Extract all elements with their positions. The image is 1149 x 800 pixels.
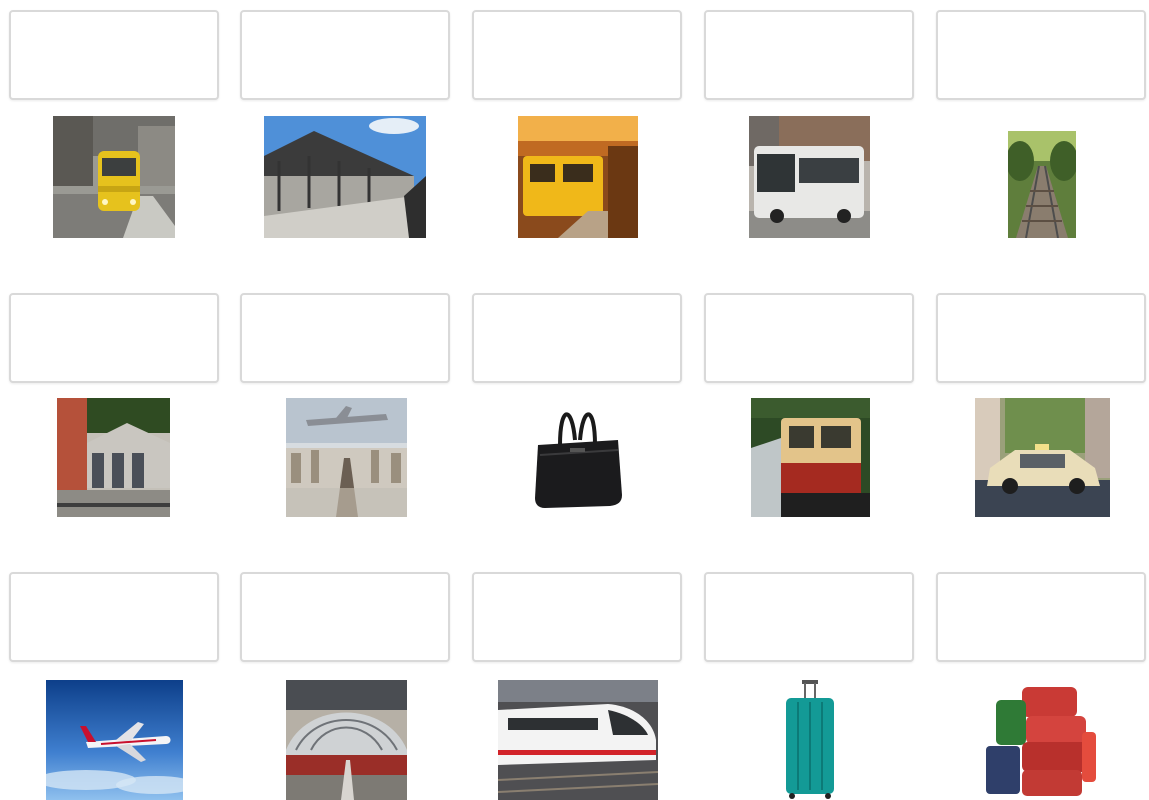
answer-box-7[interactable] <box>240 293 450 383</box>
bus-photo <box>749 116 870 238</box>
answer-box-5[interactable] <box>936 10 1146 100</box>
answer-box-4[interactable] <box>704 10 914 100</box>
luggage-pile-image <box>982 682 1100 798</box>
answer-input-13[interactable] <box>474 574 680 660</box>
luggage-pile-photo <box>982 682 1100 798</box>
answer-input-2[interactable] <box>242 12 448 98</box>
answer-input-12[interactable] <box>242 574 448 660</box>
station-hall-image <box>286 680 407 800</box>
station-building-photo <box>57 398 170 517</box>
suitcase-image <box>780 678 840 800</box>
train-platform-photo <box>264 116 426 238</box>
airport-image <box>286 398 407 517</box>
answer-input-11[interactable] <box>11 574 217 660</box>
platform-image <box>264 116 426 238</box>
railway-tracks-photo <box>1008 131 1076 238</box>
subway-train-photo <box>518 116 638 238</box>
subway-image <box>518 116 638 238</box>
s-bahn-image <box>751 398 870 517</box>
tram-image <box>53 116 175 238</box>
suitcase-photo <box>780 678 840 800</box>
answer-box-8[interactable] <box>472 293 682 383</box>
station-building-image <box>57 398 170 517</box>
answer-input-10[interactable] <box>938 295 1144 381</box>
answer-box-15[interactable] <box>936 572 1146 662</box>
answer-box-6[interactable] <box>9 293 219 383</box>
answer-box-12[interactable] <box>240 572 450 662</box>
answer-box-2[interactable] <box>240 10 450 100</box>
answer-box-10[interactable] <box>936 293 1146 383</box>
train-station-hall-photo <box>286 680 407 800</box>
airplane-photo <box>46 680 183 800</box>
answer-box-13[interactable] <box>472 572 682 662</box>
tram-photo <box>53 116 175 238</box>
vocabulary-worksheet <box>0 0 1149 800</box>
airplane-image <box>46 680 183 800</box>
answer-input-7[interactable] <box>242 295 448 381</box>
travel-bag-photo <box>530 400 625 510</box>
s-bahn-train-photo <box>751 398 870 517</box>
answer-input-1[interactable] <box>11 12 217 98</box>
answer-input-3[interactable] <box>474 12 680 98</box>
ice-train-photo <box>498 680 658 800</box>
taxi-image <box>975 398 1110 517</box>
answer-input-6[interactable] <box>11 295 217 381</box>
answer-box-11[interactable] <box>9 572 219 662</box>
answer-input-8[interactable] <box>474 295 680 381</box>
answer-box-14[interactable] <box>704 572 914 662</box>
ice-train-image <box>498 680 658 800</box>
answer-input-15[interactable] <box>938 574 1144 660</box>
answer-box-1[interactable] <box>9 10 219 100</box>
bag-image <box>530 400 625 510</box>
taxi-photo <box>975 398 1110 517</box>
tracks-image <box>1008 131 1076 238</box>
answer-input-5[interactable] <box>938 12 1144 98</box>
bus-image <box>749 116 870 238</box>
answer-input-14[interactable] <box>706 574 912 660</box>
answer-input-4[interactable] <box>706 12 912 98</box>
answer-box-3[interactable] <box>472 10 682 100</box>
airport-runway-photo <box>286 398 407 517</box>
answer-input-9[interactable] <box>706 295 912 381</box>
answer-box-9[interactable] <box>704 293 914 383</box>
